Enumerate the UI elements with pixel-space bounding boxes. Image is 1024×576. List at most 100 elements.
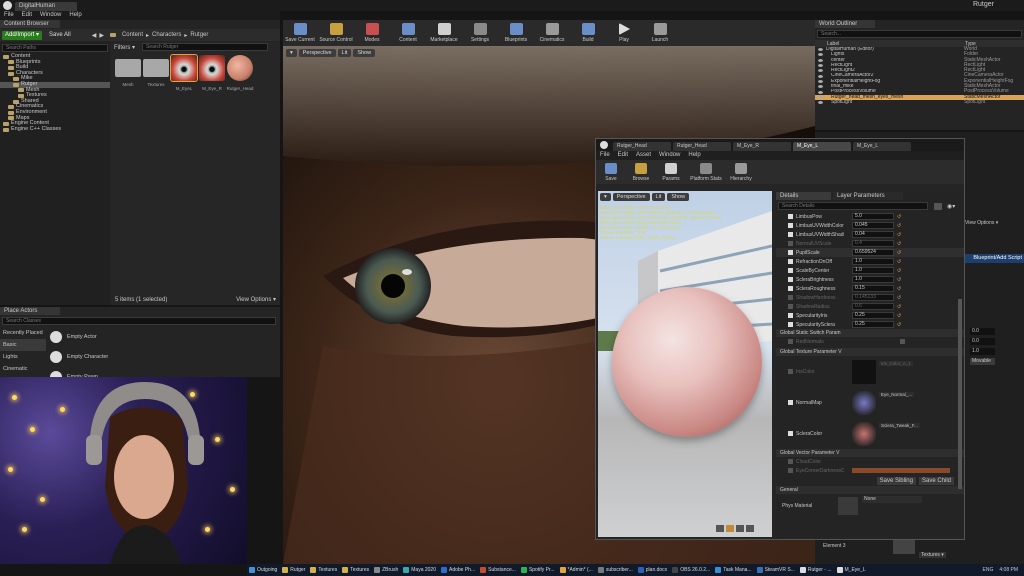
forward-arrow-icon[interactable]: ▶	[99, 32, 104, 39]
taskbar-item[interactable]: OBS 26.0.2...	[670, 564, 713, 576]
breadcrumb-content[interactable]: Content	[122, 32, 143, 38]
taskbar-item[interactable]: Task Mana...	[713, 564, 754, 576]
preview-menu-button[interactable]: ▾	[600, 193, 611, 201]
menu-help[interactable]: Help	[69, 11, 81, 20]
level-tab[interactable]: DigitalHuman	[15, 2, 77, 11]
breadcrumb-rutger[interactable]: Rutger	[190, 32, 208, 38]
param-checkbox[interactable]	[788, 268, 793, 273]
toolbar-marketplace-button[interactable]: Marketplace	[427, 23, 461, 43]
taskbar-item[interactable]: M_Eye_L	[835, 564, 869, 576]
param-checkbox[interactable]	[788, 295, 793, 300]
taskbar-item[interactable]: Outgoing	[247, 564, 280, 576]
search-classes-input[interactable]: Search Classes	[2, 317, 276, 325]
mat-hierarchy-button[interactable]: Hierarchy	[726, 162, 756, 182]
param-value-input[interactable]: 5.0	[852, 213, 894, 220]
visibility-eye-icon[interactable]	[818, 79, 823, 83]
lit-button[interactable]: Lit	[337, 49, 352, 57]
reset-arrow-icon[interactable]: ↺	[897, 214, 901, 220]
param-checkbox[interactable]	[788, 304, 793, 309]
mobility-movable-button[interactable]: Movable	[970, 358, 995, 365]
category-recently-placed[interactable]: Recently Placed	[0, 327, 46, 339]
reset-arrow-icon[interactable]: ↺	[897, 304, 901, 310]
transform-value-z[interactable]: 1.0	[970, 348, 995, 355]
viewport-menu-button[interactable]: ▾	[286, 49, 297, 57]
reset-arrow-icon[interactable]: ↺	[897, 295, 901, 301]
transform-value-y[interactable]: 0.0	[970, 338, 995, 345]
asset-tile[interactable]: Textures	[142, 55, 170, 87]
category-lights[interactable]: Lights	[0, 351, 46, 363]
param-checkbox[interactable]	[788, 468, 793, 473]
preview-perspective-button[interactable]: Perspective	[612, 193, 650, 201]
save-all-button[interactable]: Save All	[46, 31, 74, 40]
visibility-eye-icon[interactable]	[818, 48, 823, 52]
view-options-button[interactable]: View Options ▾	[236, 296, 276, 303]
taskbar-item[interactable]: Rutger - ...	[798, 564, 835, 576]
reset-arrow-icon[interactable]: ↺	[897, 268, 901, 274]
search-details-input[interactable]: Search Details	[778, 202, 928, 210]
system-clock[interactable]: 4:08 PM	[999, 567, 1018, 573]
toolbar-source-control-button[interactable]: Source Control	[319, 23, 353, 43]
input-language[interactable]: ENG	[983, 567, 994, 573]
param-checkbox[interactable]	[788, 277, 793, 282]
place-actors-tab[interactable]: Place Actors	[0, 307, 60, 315]
texture-asset-dropdown[interactable]: Eye_Normal_...	[879, 392, 915, 397]
preview-lit-button[interactable]: Lit	[651, 193, 666, 201]
asset-tile[interactable]: M_Eye_R	[198, 55, 226, 91]
visibility-eye-icon[interactable]	[818, 58, 823, 62]
vector-section[interactable]: Global Vector Parameter V	[776, 449, 964, 457]
toolbar-blueprints-button[interactable]: Blueprints	[499, 23, 533, 43]
cube-icon[interactable]	[746, 525, 754, 532]
taskbar-item[interactable]: Substance...	[478, 564, 519, 576]
param-checkbox[interactable]	[788, 431, 793, 436]
mat-params-button[interactable]: Params	[656, 162, 686, 182]
reset-arrow-icon[interactable]: ↺	[897, 259, 901, 265]
param-value-input[interactable]: 0.659524	[852, 249, 894, 256]
preview-show-button[interactable]: Show	[667, 193, 690, 201]
texture-thumbnail[interactable]	[893, 538, 915, 554]
material-tab[interactable]: M_Eye_L	[853, 141, 911, 151]
param-value-input[interactable]: 0.04	[852, 231, 894, 238]
toolbar-save-current-button[interactable]: Save Current	[283, 23, 317, 43]
textures-dropdown[interactable]: Textures ▾	[919, 552, 946, 558]
reset-arrow-icon[interactable]: ↺	[897, 223, 901, 229]
grid-view-icon[interactable]	[934, 202, 942, 210]
param-checkbox[interactable]	[788, 313, 793, 318]
texture-thumbnail[interactable]	[852, 421, 876, 446]
reset-arrow-icon[interactable]: ↺	[897, 322, 901, 328]
param-checkbox[interactable]	[788, 241, 793, 246]
details-scrollbar[interactable]	[958, 299, 962, 489]
taskbar-item[interactable]: plan.docx	[636, 564, 670, 576]
material-preview-viewport[interactable]: ▾ Perspective Lit Show Base pass shader:…	[598, 191, 772, 537]
texture-asset-dropdown[interactable]: Sclera_Tweak_F...	[879, 423, 920, 428]
menu-window[interactable]: Window	[40, 11, 61, 20]
param-value-input[interactable]: 1.0	[852, 267, 894, 274]
mat-browse-button[interactable]: Browse	[626, 162, 656, 182]
back-arrow-icon[interactable]: ◀	[92, 32, 97, 39]
search-assets-input[interactable]: Search Rutger	[142, 43, 268, 51]
param-checkbox[interactable]	[788, 223, 793, 228]
texture-thumbnail[interactable]	[852, 390, 876, 415]
outliner-search-input[interactable]: Search...	[817, 30, 1022, 38]
material-tab[interactable]: Rutger_Head	[613, 141, 671, 151]
reset-arrow-icon[interactable]: ↺	[897, 250, 901, 256]
mat-menu-file[interactable]: File	[600, 151, 610, 160]
material-tab[interactable]: M_Eye_R	[733, 141, 791, 151]
add-import-button[interactable]: Add/Import ▾	[2, 30, 43, 40]
taskbar-item[interactable]: Textures	[340, 564, 372, 576]
texture-section[interactable]: Global Texture Parameter V	[776, 348, 964, 356]
param-checkbox[interactable]	[788, 286, 793, 291]
texture-asset-dropdown[interactable]: Iris_Color_A_1	[879, 361, 913, 366]
param-value-input[interactable]: 0.145133	[852, 294, 894, 301]
color-swatch[interactable]	[852, 468, 950, 473]
show-button[interactable]: Show	[353, 49, 376, 57]
cylinder-icon[interactable]	[716, 525, 724, 532]
general-section[interactable]: General	[776, 486, 964, 494]
visibility-eye-icon[interactable]	[818, 53, 823, 57]
phys-material-dropdown[interactable]: None	[862, 496, 922, 503]
save-child-button[interactable]: Save Child	[918, 476, 954, 485]
mat-platform-stats-button[interactable]: Platform Stats	[686, 162, 726, 182]
material-tab[interactable]: M_Eye_L	[793, 141, 851, 151]
label-column-header[interactable]: Label	[815, 41, 965, 47]
param-checkbox[interactable]	[788, 459, 793, 464]
taskbar-item[interactable]: SteamVR S...	[755, 564, 798, 576]
